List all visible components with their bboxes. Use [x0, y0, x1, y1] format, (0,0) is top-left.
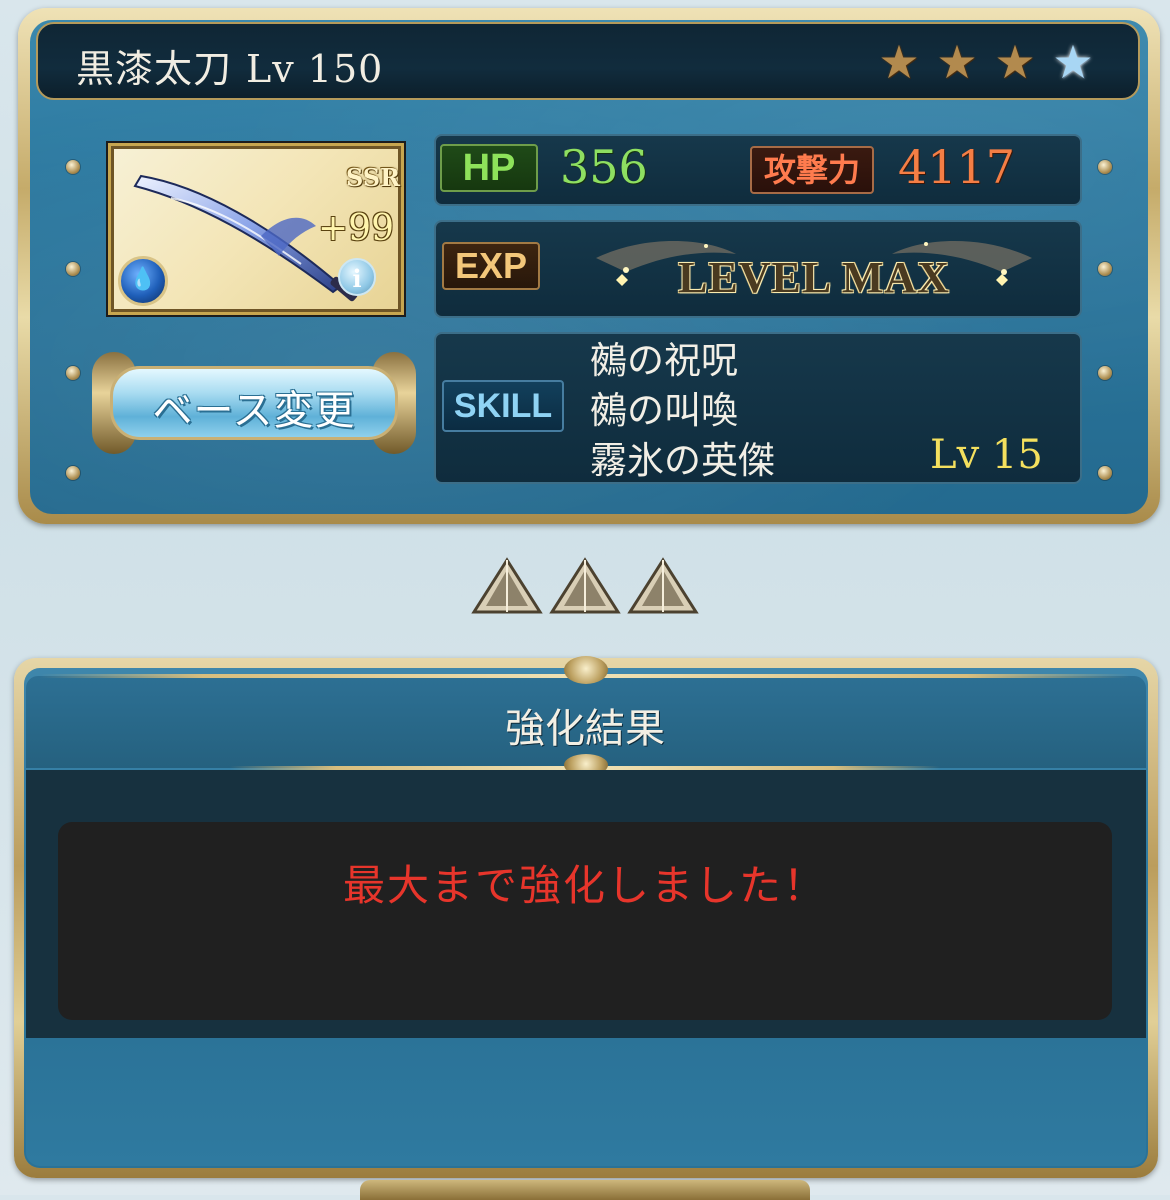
- water-element-icon: 💧: [118, 256, 168, 306]
- skill-name: 鵺の叫喚: [590, 389, 738, 432]
- hp-label: HP: [440, 144, 538, 192]
- atk-value: 4117: [898, 140, 1016, 194]
- result-footer: [26, 1038, 1146, 1166]
- rivet-icon: [1098, 466, 1112, 480]
- rivet-icon: [1098, 160, 1112, 174]
- rivet-icon: [66, 466, 80, 480]
- skill-name: 霧氷の英傑: [590, 439, 775, 482]
- skill-name: 鵺の祝呪: [590, 339, 738, 382]
- next-panel-edge: [360, 1180, 810, 1200]
- weapon-title: 黒漆太刀 Lv 150: [76, 38, 383, 93]
- rivet-icon: [66, 366, 80, 380]
- star-icon: ★: [878, 35, 920, 89]
- rarity-badge: SSR: [346, 163, 401, 192]
- triangle-icon: [470, 556, 544, 618]
- triangle-icon: [548, 556, 622, 618]
- blue-star-icon: ★: [1052, 35, 1094, 89]
- atk-label: 攻撃力: [750, 146, 874, 194]
- exp-label: EXP: [442, 242, 540, 290]
- plus-bonus: +99: [318, 208, 394, 249]
- level-max-text: LEVEL MAX: [678, 253, 950, 302]
- result-message: 最大まで強化しました！: [342, 861, 827, 910]
- uncap-stars: ★ ★ ★ ★: [874, 38, 1098, 86]
- rivet-icon: [66, 160, 80, 174]
- skill-list: 鵺の祝呪 鵺の叫喚 霧氷の英傑: [590, 336, 775, 486]
- result-title: 強化結果: [505, 706, 665, 752]
- skill-label: SKILL: [442, 380, 564, 432]
- skill-level: Lv 15: [930, 432, 1043, 478]
- rivet-icon: [66, 262, 80, 276]
- level-max-banner: LEVEL MAX: [586, 228, 1042, 312]
- weapon-level: Lv 150: [246, 47, 384, 91]
- info-icon[interactable]: i: [338, 258, 376, 296]
- base-change-label: ベース変更: [152, 388, 356, 434]
- triangle-divider: [470, 556, 700, 618]
- hp-value: 356: [560, 140, 648, 194]
- weapon-name: 黒漆太刀: [76, 47, 233, 91]
- triangle-icon: [626, 556, 700, 618]
- star-icon: ★: [994, 35, 1036, 89]
- rivet-icon: [1098, 366, 1112, 380]
- rivet-icon: [1098, 262, 1112, 276]
- star-icon: ★: [936, 35, 978, 89]
- base-change-button[interactable]: ベース変更: [92, 352, 416, 454]
- ornament-icon: [564, 656, 608, 684]
